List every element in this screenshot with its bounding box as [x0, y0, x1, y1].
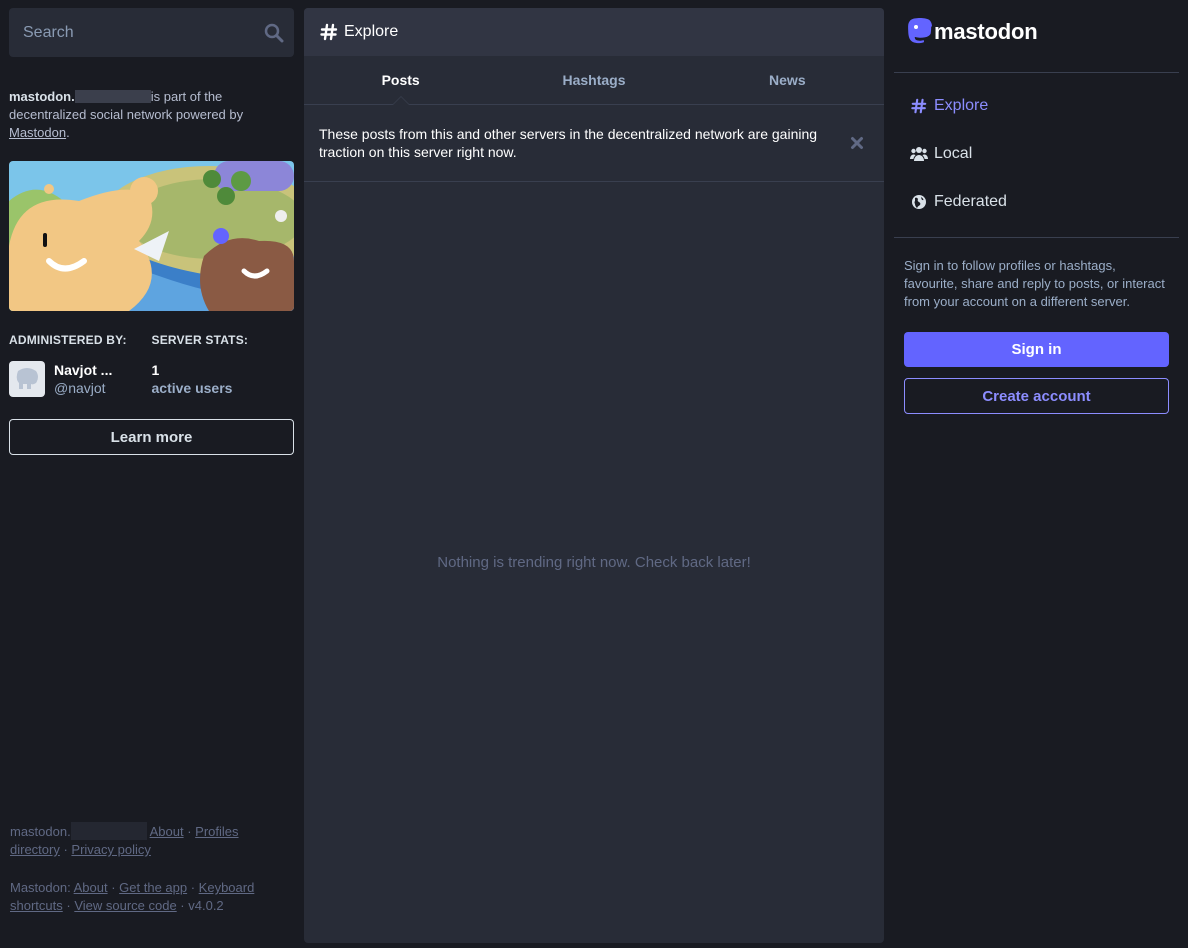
hashtag-icon [320, 23, 338, 41]
administered-by-heading: ADMINISTERED BY: [9, 333, 127, 347]
divider [894, 72, 1179, 73]
nav-explore-label: Explore [934, 97, 989, 114]
tab-label: Hashtags [562, 72, 626, 88]
footer-separator: · [176, 898, 189, 913]
footer-version: v4.0.2 [188, 898, 224, 913]
footer-about-link[interactable]: About [150, 824, 184, 839]
footer-domain: mastodon. [10, 824, 71, 839]
footer-separator: · [107, 880, 120, 895]
redacted-block [74, 90, 151, 103]
footer-separator: · [187, 880, 199, 895]
server-footer: mastodon. About · Profiles directory · P… [10, 822, 265, 859]
active-users-count: 1 [151, 362, 160, 378]
tab-news[interactable]: News [691, 56, 884, 104]
signin-prompt: Sign in to follow profiles or hashtags, … [904, 258, 1165, 309]
admin-handle: @navjot [54, 380, 106, 396]
right-sidebar: mastodon Explore Local Federated Sign in… [894, 0, 1179, 948]
column-header[interactable]: Explore [304, 8, 884, 56]
server-stats-heading: SERVER STATS: [151, 333, 249, 347]
footer-mastodon-prefix: Mastodon: [10, 880, 71, 895]
banner-text: These posts from this and other servers … [319, 126, 818, 160]
users-icon [910, 145, 928, 163]
footer-separator: · [183, 824, 196, 839]
footer-separator: · [59, 842, 72, 857]
dismissable-banner: These posts from this and other servers … [304, 105, 884, 182]
avatar[interactable] [9, 361, 45, 397]
mastodon-elephant-icon [16, 368, 38, 389]
column-title: Explore [344, 23, 399, 40]
divider [894, 237, 1179, 238]
active-users-label: active users [151, 380, 233, 396]
redacted-block [70, 822, 147, 840]
create-account-button[interactable]: Create account [904, 378, 1169, 414]
learn-more-button[interactable]: Learn more [9, 419, 294, 455]
footer-view-source-link[interactable]: View source code [74, 898, 176, 913]
nav-local-label: Local [934, 145, 973, 162]
period: . [66, 125, 70, 140]
close-icon[interactable] [850, 136, 864, 150]
server-hero-image [9, 161, 294, 311]
footer-privacy-policy-link[interactable]: Privacy policy [71, 842, 150, 857]
sign-in-button[interactable]: Sign in [904, 332, 1169, 367]
footer-get-app-link[interactable]: Get the app [119, 880, 187, 895]
mastodon-footer: Mastodon: About · Get the app · Keyboard… [10, 879, 265, 915]
search-icon[interactable] [264, 23, 284, 43]
tab-hashtags[interactable]: Hashtags [497, 56, 690, 104]
mastodon-logo[interactable]: mastodon [904, 16, 1038, 48]
tab-label: News [769, 72, 806, 88]
server-stats: SERVER STATS: 1 active users [152, 333, 295, 397]
tab-label: Posts [381, 72, 420, 88]
nav-explore[interactable]: Explore [910, 94, 988, 118]
admin-account[interactable]: Navjot ... @navjot [9, 361, 152, 397]
server-description: mastodon. is part of the decentralized so… [9, 88, 279, 142]
admin-display-name: Navjot ... [54, 362, 113, 378]
administered-by: ADMINISTERED BY: Navjot ... @navjot [9, 333, 152, 397]
footer-mastodon-about-link[interactable]: About [74, 880, 108, 895]
server-domain: mastodon. [9, 89, 75, 104]
nav-federated[interactable]: Federated [910, 190, 1007, 214]
active-tab-indicator [391, 96, 410, 105]
search-box [9, 8, 294, 57]
mastodon-logo-text: mastodon [934, 19, 1038, 44]
footer-links: mastodon. About · Profiles directory · P… [10, 822, 265, 915]
explore-tabs: Posts Hashtags News [304, 56, 884, 105]
footer-separator: · [62, 898, 75, 913]
mastodon-logo-icon [908, 17, 932, 43]
search-input[interactable] [9, 8, 294, 57]
left-sidebar: mastodon.is part of the decentralized so… [9, 8, 294, 940]
globe-icon [910, 193, 928, 211]
explore-column: Explore Posts Hashtags News These posts … [304, 8, 884, 943]
tab-posts[interactable]: Posts [304, 56, 497, 105]
empty-state-message: Nothing is trending right now. Check bac… [437, 554, 751, 571]
admin-stats-section: ADMINISTERED BY: Navjot ... @navjot SERV… [9, 333, 294, 397]
nav-local[interactable]: Local [910, 142, 972, 166]
mastodon-link[interactable]: Mastodon [9, 125, 66, 140]
nav-federated-label: Federated [934, 193, 1007, 210]
hashtag-icon [910, 97, 928, 115]
